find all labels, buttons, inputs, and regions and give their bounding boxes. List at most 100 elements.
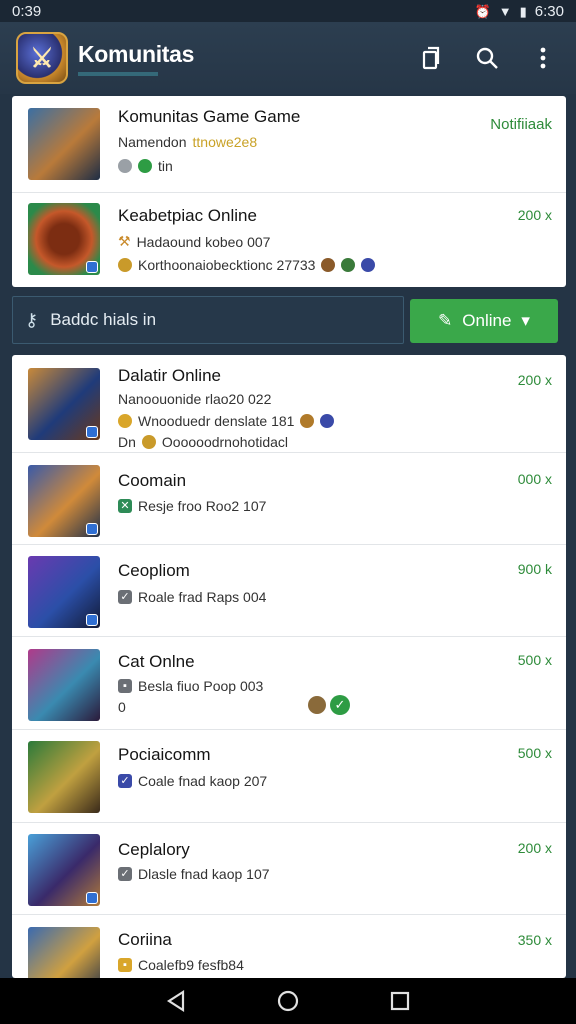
row-meta: tin <box>118 158 173 174</box>
featured-row[interactable]: Komunitas Game Game Namendon ttnowe2e8 t… <box>12 96 566 193</box>
app-bar: ⚔ Komunitas <box>0 22 576 94</box>
list-item[interactable]: Dalatir Online Nanoouonide rlao20 022 Wn… <box>12 355 566 453</box>
row-line-text: Dlasle fnad kaop 107 <box>138 866 270 882</box>
search-icon <box>476 47 498 69</box>
online-button-label: Online <box>462 311 512 330</box>
online-dropdown-button[interactable]: ✎ Online ▾ <box>410 299 558 343</box>
avatar-icon <box>361 258 376 272</box>
avatar-icon <box>118 414 132 428</box>
row-title: Komunitas Game Game <box>118 107 301 126</box>
list-item[interactable]: Ceplalory ✓ Dlasle fnad kaop 107 200 x <box>12 823 566 915</box>
avatar-icon <box>320 414 335 428</box>
list-item[interactable]: Coriina ▪ Coalefb9 fesfb84 350 x <box>12 915 566 978</box>
copy-button[interactable] <box>416 43 446 73</box>
status-icons: ⏰ ▼ ▮ 6:30 <box>475 3 564 20</box>
app-title-wrap: Komunitas <box>78 41 194 76</box>
edit-icon: ✎ <box>438 311 453 330</box>
featured-row[interactable]: Keabetpiac Online ⚒ Hadaound kobeo 007 K… <box>12 193 566 287</box>
row-line: ▪ Coalefb9 fesfb84 <box>118 957 244 973</box>
game-thumbnail <box>28 556 100 628</box>
row-count: 200 x <box>517 372 552 388</box>
row-title: Pociaicomm <box>118 745 211 764</box>
row-line-text: Nanoouonide rlao20 022 <box>118 391 272 407</box>
battery-icon: ▮ <box>519 3 527 19</box>
row-subtitle-tag: ttnowe2e8 <box>192 134 258 150</box>
recents-square-icon <box>390 991 410 1011</box>
checkbox-icon: ✓ <box>118 774 132 788</box>
row-line: ▪ Besla fiuo Poop 003 <box>118 678 263 694</box>
row-line: ✓ Roale frad Raps 004 <box>118 589 266 605</box>
row-subtitle-text: Namendon <box>118 134 187 150</box>
avatar-icon <box>118 258 132 272</box>
notification-link[interactable]: Notifiiaak <box>490 116 552 133</box>
row-line: ✓ Dlasle fnad kaop 107 <box>118 866 270 882</box>
list-item[interactable]: Ceopliom ✓ Roale frad Raps 004 900 k <box>12 545 566 637</box>
row-meta-text: Korthoonaiobecktionc 27733 <box>138 257 316 273</box>
thumbnail-badge-icon <box>86 892 98 904</box>
game-thumbnail <box>28 741 100 813</box>
status-dot-icon <box>118 159 132 173</box>
recents-button[interactable] <box>386 987 414 1015</box>
avatar-icon <box>141 435 156 449</box>
avatar-icon <box>321 258 336 272</box>
avatar-icon <box>341 258 356 272</box>
game-thumbnail <box>28 465 100 537</box>
search-button[interactable] <box>472 43 502 73</box>
row-line-text: 0 <box>118 699 126 715</box>
home-button[interactable] <box>274 987 302 1015</box>
game-thumbnail <box>28 649 100 721</box>
more-button[interactable] <box>528 43 558 73</box>
system-nav-bar <box>0 978 576 1024</box>
checkbox-icon: ✓ <box>118 590 132 604</box>
game-thumbnail <box>28 203 100 275</box>
thumbnail-badge-icon <box>86 614 98 626</box>
list-item[interactable]: Pociaicomm ✓ Coale fnad kaop 207 500 x <box>12 730 566 823</box>
row-count: 500 x <box>517 745 552 761</box>
list-item[interactable]: Coomain ✕ Resje froo Roo2 107 000 x <box>12 453 566 545</box>
verified-check-icon: ✓ <box>330 695 350 715</box>
row-title: Dalatir Online <box>118 366 221 385</box>
folder-icon: ▪ <box>118 958 132 972</box>
more-vert-icon <box>540 47 546 69</box>
row-count: 000 x <box>517 471 552 487</box>
filter-input[interactable]: ⚷ Baddc hials in <box>12 296 404 344</box>
row-line-text: Coalefb9 fesfb84 <box>138 957 244 973</box>
row-subtitle: ⚒ Hadaound kobeo 007 <box>118 233 270 250</box>
row-count: 200 x <box>517 207 552 223</box>
thumbnail-badge-icon <box>86 523 98 535</box>
status-time: 0:39 <box>12 2 42 20</box>
wifi-icon: ▼ <box>498 3 512 19</box>
thumbnail-badge-icon <box>86 261 98 273</box>
game-thumbnail <box>28 927 100 978</box>
row-line: 0 <box>118 699 126 715</box>
status-right-time: 6:30 <box>534 2 564 20</box>
row-meta-text: tin <box>158 158 173 174</box>
row-count: 500 x <box>517 652 552 668</box>
row-title: Coriina <box>118 930 172 949</box>
row-line: ✓ Coale fnad kaop 207 <box>118 773 267 789</box>
app-title: Komunitas <box>78 40 195 67</box>
app-logo[interactable]: ⚔ <box>16 32 68 84</box>
featured-card: Komunitas Game Game Namendon ttnowe2e8 t… <box>12 96 566 287</box>
row-line-text: Dn <box>118 434 136 450</box>
list-item[interactable]: Cat Onlne ▪ Besla fiuo Poop 003 0 ✓ 500 … <box>12 637 566 730</box>
copy-icon <box>422 46 440 70</box>
game-thumbnail <box>28 368 100 440</box>
row-title: Cat Onlne <box>118 652 195 671</box>
game-thumbnail <box>28 834 100 906</box>
alarm-icon: ⏰ <box>474 3 491 19</box>
online-dot-icon <box>138 159 152 173</box>
row-meta: Korthoonaiobecktionc 27733 <box>118 257 376 273</box>
chevron-down-icon: ▾ <box>521 311 530 330</box>
row-title: Ceplalory <box>118 840 190 859</box>
key-icon: ⚷ <box>25 309 39 330</box>
checkbox-icon: ✕ <box>118 499 132 513</box>
camera-icon: ▪ <box>118 679 132 693</box>
app-actions <box>416 43 564 73</box>
app-title-underline <box>78 71 158 76</box>
row-count: 200 x <box>517 840 552 856</box>
row-line-text: Roale frad Raps 004 <box>138 589 267 605</box>
row-subtitle: Namendon ttnowe2e8 <box>118 134 257 150</box>
back-triangle-icon <box>166 990 185 1012</box>
back-button[interactable] <box>162 987 190 1015</box>
